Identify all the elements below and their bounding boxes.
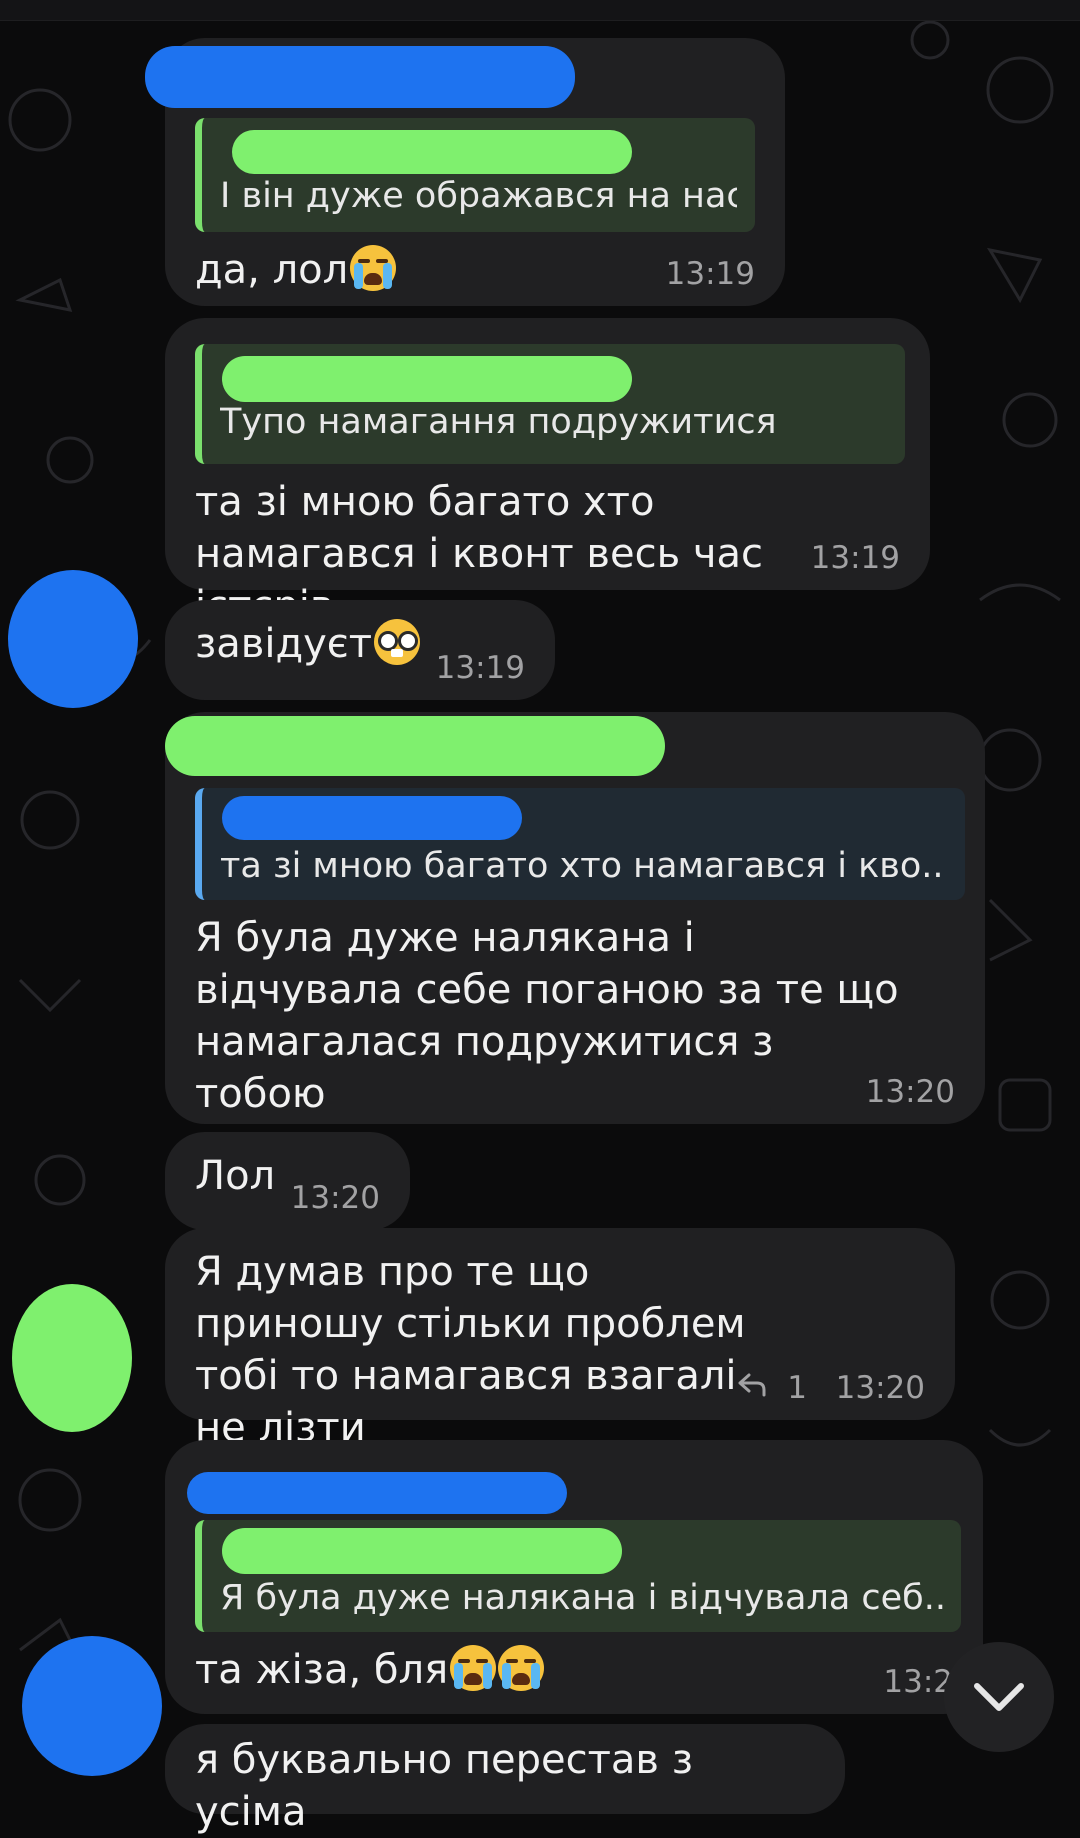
reply-quote[interactable]: та зі мною багато хто намагався і кво... — [195, 788, 965, 900]
redacted-quote-author — [222, 356, 632, 402]
redacted-quote-author — [222, 796, 522, 840]
message-time: 13:20 — [290, 1180, 380, 1216]
quote-text: Тупо намагання подружитися — [220, 402, 777, 442]
nerd-face-emoji — [374, 619, 421, 665]
message-time: 13:19 — [665, 256, 755, 292]
message-time: 13:20 — [865, 1074, 955, 1110]
message-bubble[interactable]: Я була дуже налякана і відчувала себ... … — [165, 1440, 983, 1714]
redacted-sender-name — [145, 46, 575, 108]
message-text: Я була дуже налякана і відчувала себе по… — [195, 915, 899, 1117]
quote-text: І він дуже ображався на нас — [220, 176, 737, 216]
loudly-crying-face-emoji — [450, 1645, 497, 1691]
message-bubble[interactable]: я буквально перестав з усіма — [165, 1724, 845, 1835]
message-time: 13:19 — [810, 540, 900, 576]
redacted-sender-name — [165, 716, 665, 776]
loudly-crying-face-emoji — [498, 1645, 545, 1691]
reply-arrow-icon[interactable] — [737, 1372, 767, 1398]
redacted-quote-author — [232, 130, 632, 174]
message-bubble[interactable]: та зі мною багато хто намагався і кво...… — [165, 712, 985, 1124]
quote-text: Я була дуже налякана і відчувала себ... — [220, 1578, 943, 1618]
message-bubble[interactable]: Лол 13:20 — [165, 1132, 410, 1230]
reply-count[interactable]: 1 — [787, 1370, 807, 1406]
reply-quote[interactable]: І він дуже ображався на нас — [195, 118, 755, 232]
message-time: 13:19 — [435, 650, 525, 686]
message-text: Я думав про те що приношу стільки пробле… — [195, 1249, 746, 1451]
message-bubble[interactable]: І він дуже ображався на нас да, лол 13:1… — [145, 38, 785, 306]
message-text: та жіза, бля — [195, 1644, 953, 1696]
loudly-crying-face-emoji — [350, 245, 397, 291]
message-time: 13:2 — [883, 1664, 953, 1700]
message-bubble[interactable]: Тупо намагання подружитися та зі мною ба… — [165, 318, 930, 629]
sender-avatar[interactable] — [8, 570, 138, 708]
redacted-quote-author — [222, 1528, 622, 1574]
reply-quote[interactable]: Я була дуже налякана і відчувала себ... — [195, 1520, 961, 1632]
top-bar — [0, 0, 1080, 21]
redacted-sender-name — [187, 1472, 567, 1514]
sender-avatar[interactable] — [22, 1636, 162, 1776]
message-time: 13:20 — [835, 1370, 925, 1406]
message-bubble[interactable]: Я думав про те що приношу стільки пробле… — [165, 1228, 955, 1451]
sender-avatar[interactable] — [12, 1284, 132, 1432]
chevron-down-icon — [974, 1683, 1024, 1711]
reply-quote[interactable]: Тупо намагання подружитися — [195, 344, 905, 464]
message-text: я буквально перестав з усіма — [195, 1737, 693, 1835]
scroll-down-button[interactable] — [944, 1642, 1054, 1752]
message-bubble[interactable]: завідуєт 13:19 — [165, 600, 555, 700]
quote-text: та зі мною багато хто намагався і кво... — [220, 846, 947, 886]
